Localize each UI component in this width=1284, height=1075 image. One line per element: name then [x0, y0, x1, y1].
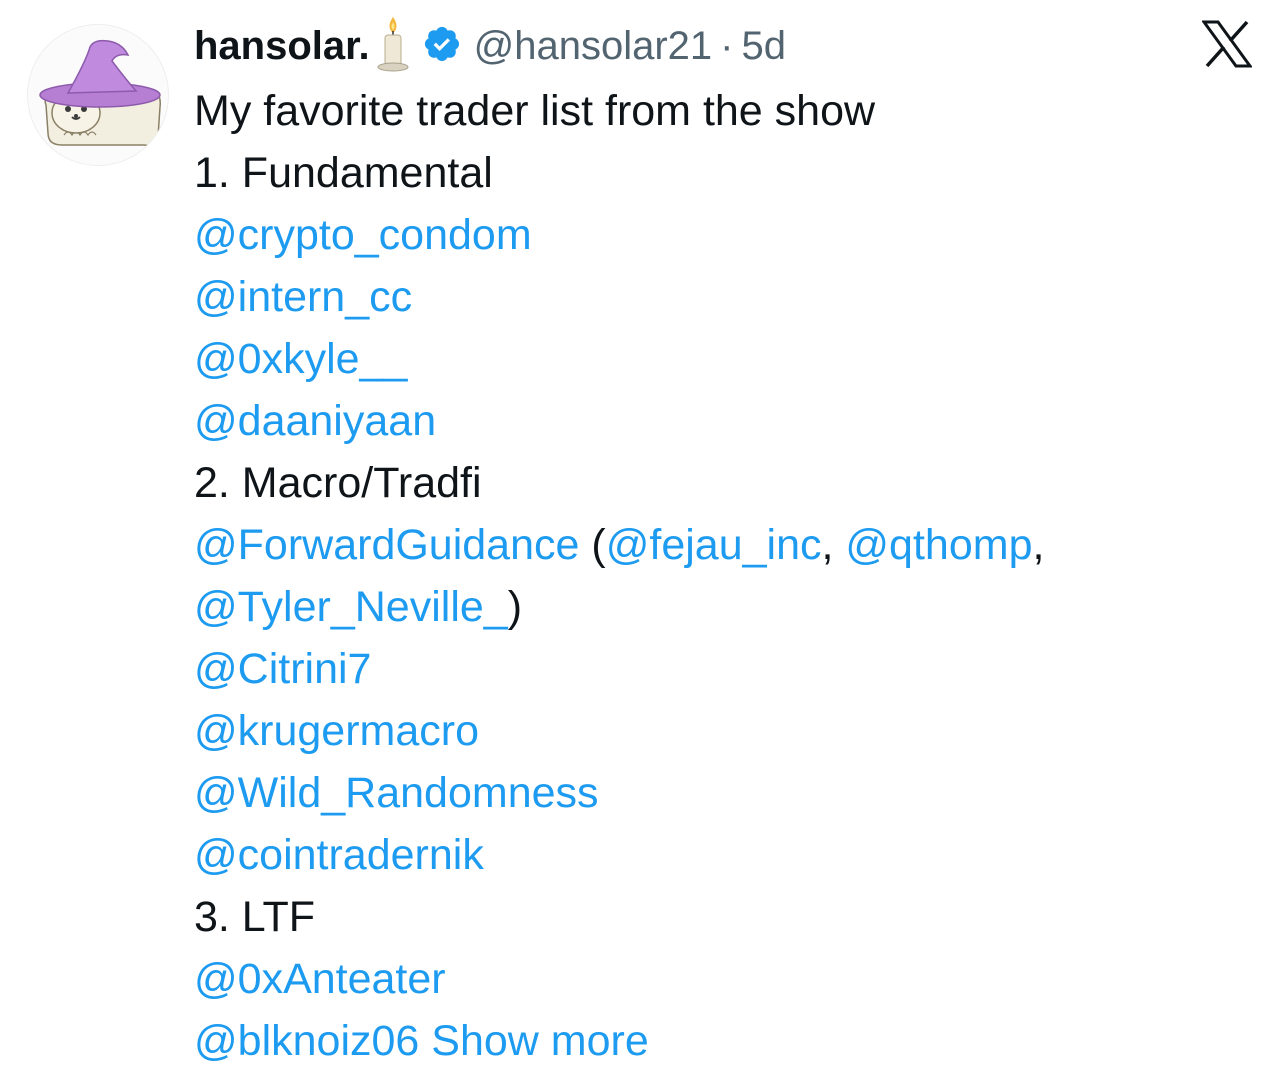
mention-forwardguidance[interactable]: @ForwardGuidance	[194, 521, 579, 569]
author-handle[interactable]: @hansolar21	[474, 24, 713, 69]
tweet-header: hansolar. @hansolar21 · 5d	[194, 16, 787, 74]
candle-emoji-icon	[376, 15, 410, 78]
tweet-line: @daaniyaan	[194, 390, 1254, 452]
comma-separator: ,	[821, 521, 846, 569]
tweet-body: My favorite trader list from the show 1.…	[194, 80, 1254, 1072]
avatar[interactable]	[27, 24, 169, 166]
section-heading-macro: 2. Macro/Tradfi	[194, 459, 482, 507]
tweet-line: @crypto_condom	[194, 204, 1254, 266]
author-display-name[interactable]: hansolar.	[194, 24, 370, 69]
mention-cointradernik[interactable]: @cointradernik	[194, 831, 484, 879]
mention-qthomp[interactable]: @qthomp	[845, 521, 1032, 569]
mention-fejau-inc[interactable]: @fejau_inc	[606, 521, 822, 569]
tweet-intro: My favorite trader list from the show	[194, 87, 876, 135]
section-heading-fundamental: 1. Fundamental	[194, 149, 493, 197]
mention-krugermacro[interactable]: @krugermacro	[194, 707, 479, 755]
mention-tyler-neville[interactable]: @Tyler_Neville_	[194, 583, 508, 631]
mention-crypto-condom[interactable]: @crypto_condom	[194, 211, 532, 259]
separator-dot: ·	[720, 23, 734, 68]
tweet-line: 1. Fundamental	[194, 142, 1254, 204]
mention-0xanteater[interactable]: @0xAnteater	[194, 955, 446, 1003]
paren-close: )	[507, 583, 523, 631]
tweet-line: @Wild_Randomness	[194, 762, 1254, 824]
tweet-line: My favorite trader list from the show	[194, 80, 1254, 142]
tweet-line: @krugermacro	[194, 700, 1254, 762]
tweet-timestamp[interactable]: 5d	[742, 24, 787, 69]
tweet-line: @0xAnteater	[194, 948, 1254, 1010]
tweet-line: 3. LTF	[194, 886, 1254, 948]
mention-blknoiz06[interactable]: @blknoiz06	[194, 1017, 419, 1065]
tweet-line: @Tyler_Neville_)	[194, 576, 1254, 638]
tweet-line: @blknoiz06 Show more	[194, 1010, 1254, 1072]
section-heading-ltf: 3. LTF	[194, 893, 316, 941]
x-logo-icon[interactable]	[1201, 20, 1253, 68]
mention-0xkyle[interactable]: @0xkyle__	[194, 335, 407, 383]
verified-badge-icon	[422, 24, 462, 69]
wizard-dog-avatar-icon	[39, 39, 161, 147]
tweet-line: @0xkyle__	[194, 328, 1254, 390]
tweet-line: @cointradernik	[194, 824, 1254, 886]
comma-separator: ,	[1032, 521, 1045, 569]
tweet-line: @intern_cc	[194, 266, 1254, 328]
mention-wild-randomness[interactable]: @Wild_Randomness	[194, 769, 599, 817]
show-more-link[interactable]: Show more	[431, 1017, 648, 1065]
tweet-line: 2. Macro/Tradfi	[194, 452, 1254, 514]
mention-citrini7[interactable]: @Citrini7	[194, 645, 371, 693]
tweet-line: @ForwardGuidance (@fejau_inc, @qthomp,	[194, 514, 1254, 576]
mention-intern-cc[interactable]: @intern_cc	[194, 273, 412, 321]
tweet-line: @Citrini7	[194, 638, 1254, 700]
paren-open: (	[579, 521, 606, 569]
mention-daaniyaan[interactable]: @daaniyaan	[194, 397, 436, 445]
